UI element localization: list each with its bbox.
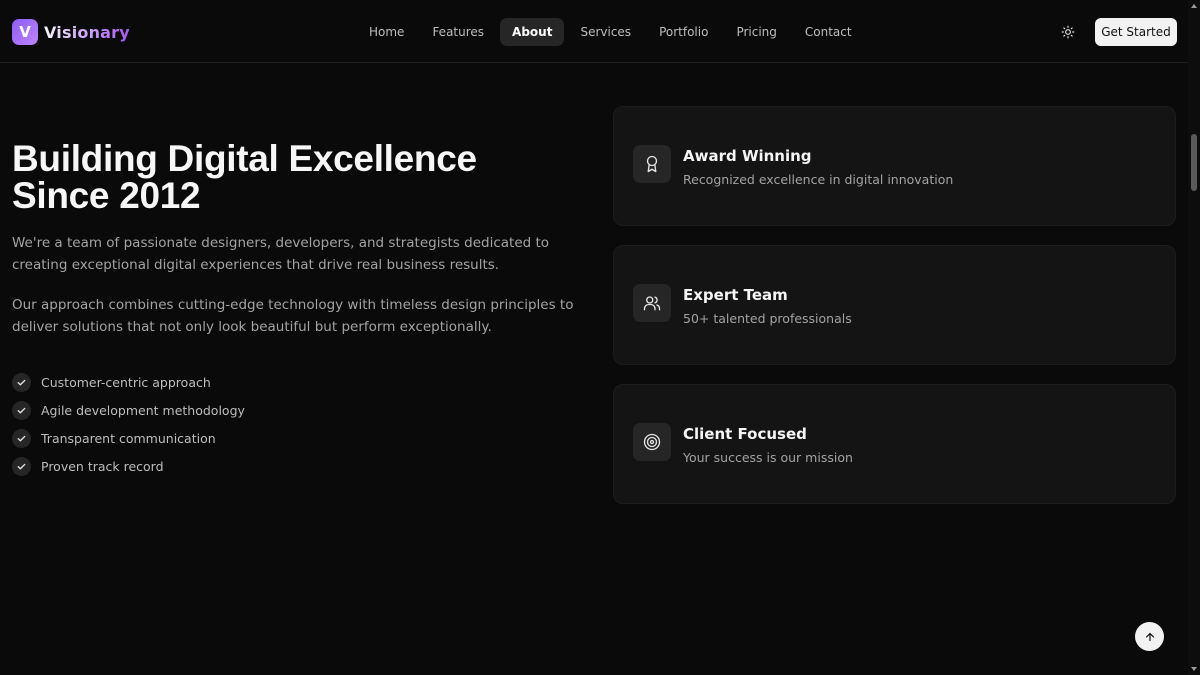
arrow-up-icon xyxy=(1145,632,1154,641)
get-started-button[interactable]: Get Started xyxy=(1095,18,1177,46)
checklist-item: Agile development methodology xyxy=(12,396,245,424)
theme-toggle-button[interactable] xyxy=(1057,21,1079,43)
award-icon xyxy=(633,145,671,183)
check-icon xyxy=(12,400,31,420)
checklist-label: Agile development methodology xyxy=(41,402,245,418)
checklist-item: Customer-centric approach xyxy=(12,368,245,396)
about-paragraph-2: Our approach combines cutting-edge techn… xyxy=(12,297,574,335)
card-title: Expert Team xyxy=(683,286,788,304)
card-expert-team: Expert Team 50+ talented professionals xyxy=(613,245,1176,365)
checklist-label: Proven track record xyxy=(41,458,164,474)
feature-checklist: Customer-centric approach Agile developm… xyxy=(12,368,245,480)
main-nav: Home Features About Services Portfolio P… xyxy=(357,18,868,46)
brand-logo[interactable]: V Visionary xyxy=(12,19,130,45)
card-description: Recognized excellence in digital innovat… xyxy=(683,172,954,187)
card-award-winning: Award Winning Recognized excellence in d… xyxy=(613,106,1176,226)
check-icon xyxy=(12,428,31,448)
about-title-line2: Since 2012 xyxy=(12,175,201,216)
check-icon xyxy=(12,456,31,476)
about-title: Building Digital Excellence Since 2012 xyxy=(12,140,572,214)
card-description: 50+ talented professionals xyxy=(683,311,852,326)
page-scrollbar[interactable] xyxy=(1188,0,1200,675)
about-title-line1: Building Digital Excellence xyxy=(12,138,477,179)
checklist-item: Proven track record xyxy=(12,452,245,480)
scroll-to-top-button[interactable] xyxy=(1135,622,1164,651)
about-paragraph-1: We're a team of passionate designers, de… xyxy=(12,235,550,273)
nav-features[interactable]: Features xyxy=(420,18,496,46)
checklist-label: Customer-centric approach xyxy=(41,374,211,390)
check-icon xyxy=(12,372,31,392)
users-icon xyxy=(633,284,671,322)
scrollbar-thumb[interactable] xyxy=(1191,134,1197,191)
scroll-down-arrow-icon[interactable] xyxy=(1190,665,1198,673)
nav-about[interactable]: About xyxy=(500,18,565,46)
brand-badge: V xyxy=(12,19,38,45)
card-description: Your success is our mission xyxy=(683,450,853,465)
card-title: Client Focused xyxy=(683,425,807,443)
checklist-item: Transparent communication xyxy=(12,424,245,452)
nav-contact[interactable]: Contact xyxy=(793,18,864,46)
card-title: Award Winning xyxy=(683,147,812,165)
sun-icon xyxy=(1061,25,1075,39)
card-client-focused: Client Focused Your success is our missi… xyxy=(613,384,1176,504)
brand-name: Visionary xyxy=(44,22,130,42)
nav-pricing[interactable]: Pricing xyxy=(724,18,788,46)
scroll-up-arrow-icon[interactable] xyxy=(1190,2,1198,10)
top-navbar: V Visionary Home Features About Services… xyxy=(0,0,1188,63)
target-icon xyxy=(633,423,671,461)
nav-portfolio[interactable]: Portfolio xyxy=(647,18,720,46)
checklist-label: Transparent communication xyxy=(41,430,216,446)
nav-services[interactable]: Services xyxy=(568,18,643,46)
nav-home[interactable]: Home xyxy=(357,18,416,46)
